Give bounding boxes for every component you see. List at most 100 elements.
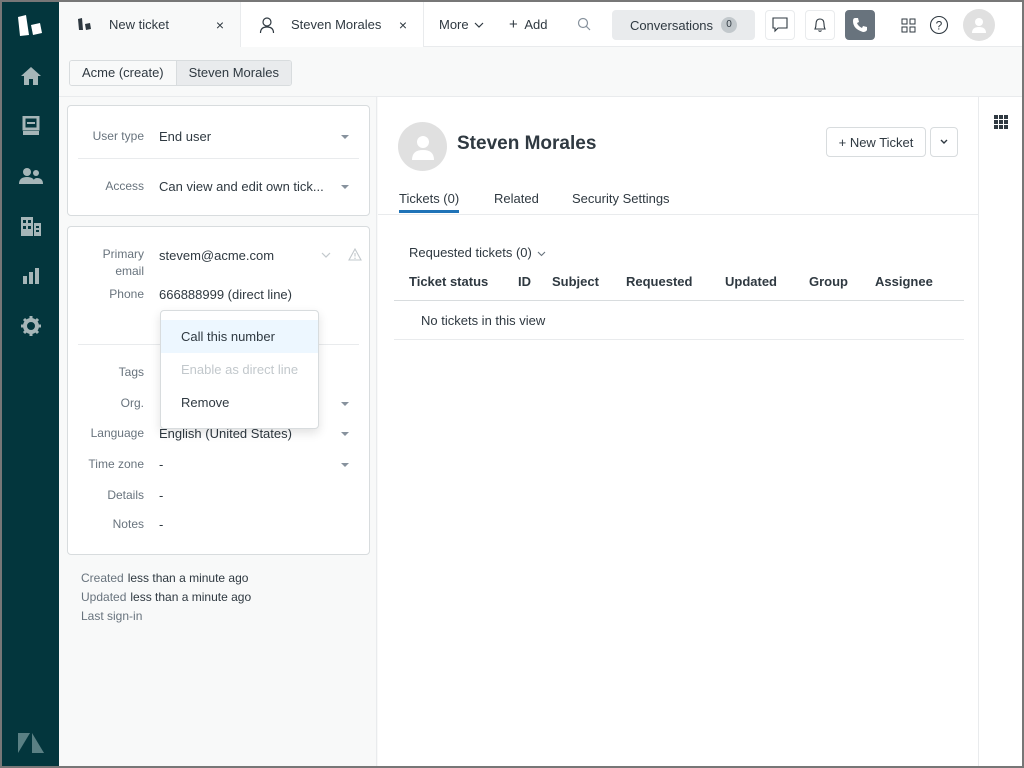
phone-actions-menu: Call this number Enable as direct line R… [160,310,319,429]
help-button[interactable]: ? [928,14,950,36]
gear-icon [20,316,41,336]
tab-new-ticket[interactable]: New ticket × [59,2,241,47]
nav-reporting[interactable] [2,256,59,296]
product-tray-button[interactable] [897,14,919,36]
conversations-label: Conversations [629,17,714,33]
requested-tickets-dropdown[interactable]: Requested tickets (0) [409,245,546,260]
user-role-card: User type End user Access Can view and e… [67,105,370,216]
column-updated[interactable]: Updated [725,274,777,289]
nav-admin[interactable] [2,306,59,346]
users-icon [18,168,43,184]
timezone-field[interactable]: Time zone - [68,457,369,477]
menu-item-call[interactable]: Call this number [161,320,318,353]
app-window: New ticket × Steven Morales × More + Add… [2,2,1022,766]
conversations-button[interactable]: Conversations 0 [612,10,755,40]
close-icon[interactable]: × [399,17,407,33]
nav-customers[interactable] [2,156,59,196]
email-field: Primary email stevem@acme.com [68,247,369,283]
field-label: Language [90,426,144,440]
caret-down-icon[interactable] [341,402,349,406]
column-assignee[interactable]: Assignee [875,274,933,289]
field-label: Tags [118,365,144,379]
breadcrumb-user[interactable]: Steven Morales [175,61,291,85]
menu-item-remove[interactable]: Remove [161,386,318,419]
field-label: Time zone [88,457,144,471]
notes-value[interactable]: - [159,517,163,532]
field-label: Phone [109,287,144,301]
chat-button[interactable] [765,10,795,40]
column-group[interactable]: Group [809,274,848,289]
user-avatar-icon [972,18,986,33]
field-label: Primary [102,247,144,261]
field-label: email [115,264,144,278]
phone-value[interactable]: 666888999 (direct line) [159,287,292,302]
top-bar: New ticket × Steven Morales × More + Add… [59,2,1022,47]
chevron-down-icon [538,251,546,257]
add-button[interactable]: + Add [509,16,548,33]
notes-field[interactable]: Notes - [68,517,369,537]
tab-security-settings[interactable]: Security Settings [572,191,670,213]
language-field[interactable]: Language English (United States) [68,426,369,446]
new-ticket-dropdown-button[interactable] [930,127,958,157]
apps-grid-icon[interactable] [994,115,1008,129]
meta-label: Last sign-in [81,609,143,623]
zendesk-logo-icon[interactable] [16,14,46,38]
search-button[interactable] [577,17,591,34]
tab-label: New ticket [109,17,169,32]
left-nav [2,2,59,766]
notifications-button[interactable] [805,10,835,40]
access-select[interactable]: Can view and edit own tick... [159,179,324,194]
caret-down-icon[interactable] [341,463,349,467]
column-requested[interactable]: Requested [626,274,692,289]
caret-down-icon[interactable] [341,185,349,189]
field-label: Org. [120,396,144,410]
nav-home[interactable] [2,56,59,96]
column-id[interactable]: ID [518,274,531,289]
profile-avatar[interactable] [963,9,995,41]
conversations-count-badge: 0 [721,17,738,33]
column-subject[interactable]: Subject [552,274,599,289]
details-value[interactable]: - [159,488,163,503]
email-value[interactable]: stevem@acme.com [159,248,274,263]
tab-tickets[interactable]: Tickets (0) [399,191,460,213]
user-type-field[interactable]: User type End user [68,129,369,149]
requested-label: Requested tickets (0) [409,245,532,260]
caret-down-icon[interactable] [341,432,349,436]
column-ticket-status[interactable]: Ticket status [409,274,488,289]
chevron-down-icon [940,139,948,144]
updated-meta: Updated less than a minute ago [81,590,251,604]
close-icon[interactable]: × [216,17,224,33]
zendesk-product-icon [18,733,44,753]
breadcrumb-org[interactable]: Acme (create) [70,61,176,85]
warning-icon[interactable] [348,248,362,261]
bar-chart-icon [22,268,39,284]
more-label: More [439,17,469,32]
details-field[interactable]: Details - [68,488,369,508]
new-ticket-button[interactable]: + New Ticket [826,127,926,157]
tab-related[interactable]: Related [494,191,539,213]
bell-icon [814,18,826,32]
user-name-heading[interactable]: Steven Morales [457,133,596,155]
user-avatar-icon [411,135,434,160]
building-icon [20,217,41,236]
tab-steven-morales[interactable]: Steven Morales × [241,2,424,47]
user-icon [259,17,275,33]
user-main-pane: Steven Morales + New Ticket Tickets (0) … [378,97,978,766]
ticket-icon [78,18,91,30]
meta-value: less than a minute ago [127,571,249,585]
meta-label: Created [81,571,124,585]
chevron-down-icon[interactable] [321,252,331,259]
user-type-select[interactable]: End user [159,129,211,144]
caret-down-icon[interactable] [341,135,349,139]
phone-button[interactable] [845,10,875,40]
more-button[interactable]: More [439,17,484,32]
divider [394,339,964,340]
chat-bubble-icon [772,17,788,33]
breadcrumb: Acme (create) Steven Morales [69,60,292,86]
menu-item-enable-direct-line: Enable as direct line [181,362,299,377]
nav-views[interactable] [2,106,59,146]
access-field[interactable]: Access Can view and edit own tick... [68,179,369,199]
divider [378,214,978,215]
timezone-select[interactable]: - [159,457,163,472]
nav-organizations[interactable] [2,206,59,246]
